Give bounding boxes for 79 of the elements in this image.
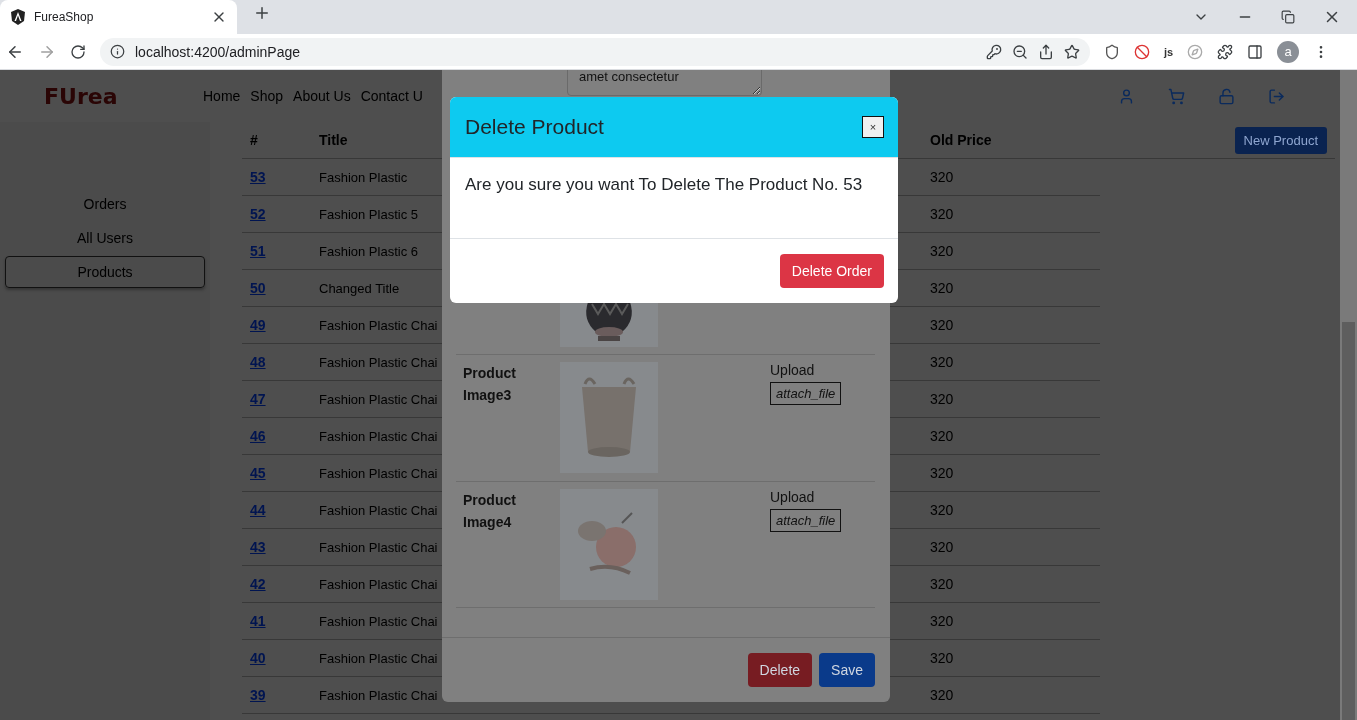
id-link[interactable]: 52 xyxy=(250,206,266,222)
table-cell-text: 320 xyxy=(929,539,954,555)
id-link[interactable]: 41 xyxy=(250,613,266,629)
image-label: Product Image3 xyxy=(462,364,517,405)
table-cell-text: 320 xyxy=(929,576,954,592)
table-cell-text: 320 xyxy=(929,502,954,518)
table-cell-text: 320 xyxy=(929,169,954,185)
table-cell-text: 320 xyxy=(929,613,954,629)
logo[interactable]: FUrea xyxy=(44,83,203,109)
table-cell-text: Fashion Plastic xyxy=(319,169,409,185)
nav-link[interactable]: Shop xyxy=(250,88,284,104)
zoom-out-icon[interactable] xyxy=(1012,43,1028,60)
shield-icon[interactable] xyxy=(1104,43,1120,60)
table-cell-text: 320 xyxy=(929,206,954,222)
new-tab-icon[interactable] xyxy=(253,4,271,22)
column-header: # xyxy=(250,132,258,148)
table-cell-text: 320 xyxy=(929,317,954,333)
table-cell-text: 320 xyxy=(929,465,954,481)
upload-label: Upload xyxy=(770,489,816,505)
id-link[interactable]: 46 xyxy=(250,428,266,444)
restore-icon[interactable] xyxy=(1281,10,1295,24)
reload-icon[interactable] xyxy=(70,43,86,60)
id-link[interactable]: 42 xyxy=(250,576,266,592)
table-cell-text: 320 xyxy=(929,280,954,296)
dialog-title: Delete Product xyxy=(465,115,605,139)
nav-link[interactable]: Contact U xyxy=(360,88,423,104)
puzzle-icon[interactable] xyxy=(1217,43,1234,60)
sidebar-item[interactable]: Products xyxy=(5,256,205,288)
table-cell-text: 320 xyxy=(929,650,954,666)
close-button[interactable]: × xyxy=(862,116,884,138)
table-cell-text: Changed Title xyxy=(319,280,401,296)
browser-tab[interactable]: FureaShop xyxy=(0,0,237,34)
id-link[interactable]: 44 xyxy=(250,502,266,518)
id-link[interactable]: 53 xyxy=(250,169,266,185)
star-icon[interactable] xyxy=(1064,43,1080,60)
id-link[interactable]: 51 xyxy=(250,243,266,259)
id-link[interactable]: 49 xyxy=(250,317,266,333)
nav-link[interactable]: Home xyxy=(203,88,241,104)
table-cell-text: 320 xyxy=(929,243,954,259)
id-link[interactable]: 40 xyxy=(250,650,266,666)
new-product-button[interactable]: New Product xyxy=(1234,126,1327,154)
image-label: Product Image4 xyxy=(462,491,517,532)
id-link[interactable]: 47 xyxy=(250,391,266,407)
extension-label[interactable]: js xyxy=(1164,45,1174,58)
id-link[interactable]: 45 xyxy=(250,465,266,481)
table-cell-text: 320 xyxy=(929,354,954,370)
block-icon[interactable] xyxy=(1134,43,1150,60)
profile-avatar[interactable]: a xyxy=(1277,40,1300,63)
description-field[interactable]: amet consectetur xyxy=(567,70,762,96)
share-icon[interactable] xyxy=(1038,43,1054,60)
nav-link[interactable]: About Us xyxy=(293,88,351,104)
attach-file-button[interactable]: attach_file xyxy=(770,382,842,405)
column-header: Title xyxy=(319,132,348,148)
table-cell-text: Fashion Plastic 5 xyxy=(319,206,419,222)
info-icon[interactable] xyxy=(110,44,125,59)
table-cell-text: 320 xyxy=(929,391,954,407)
id-link[interactable]: 48 xyxy=(250,354,266,370)
table-cell-text: Fashion Plastic 6 xyxy=(319,243,419,259)
table-cell-text: 320 xyxy=(929,428,954,444)
dialog-message: Are you sure you want To Delete The Product No. 53 xyxy=(465,174,864,195)
side-panel-icon[interactable] xyxy=(1247,43,1264,60)
sidebar-item[interactable]: All Users xyxy=(5,222,205,254)
sidebar-item[interactable]: Orders xyxy=(5,188,205,220)
id-link[interactable]: 39 xyxy=(250,687,266,703)
table-cell-text: 320 xyxy=(929,687,954,703)
delete-button[interactable]: Delete xyxy=(747,653,813,687)
shield-logo-icon xyxy=(10,9,26,25)
key-icon[interactable] xyxy=(986,43,1002,60)
column-header: Old Price xyxy=(930,132,992,148)
scrollbar[interactable] xyxy=(1340,70,1357,720)
attach-file-button[interactable]: attach_file xyxy=(770,509,842,532)
url-text: localhost:4200/adminPage xyxy=(135,43,301,60)
address-bar[interactable]: localhost:4200/adminPage xyxy=(100,37,1090,66)
delete-order-button[interactable]: Delete Order xyxy=(779,254,884,288)
save-button[interactable]: Save xyxy=(819,653,875,687)
upload-label: Upload xyxy=(770,362,816,378)
tab-title: FureaShop xyxy=(34,10,95,24)
id-link[interactable]: 50 xyxy=(250,280,266,296)
id-link[interactable]: 43 xyxy=(250,539,266,555)
